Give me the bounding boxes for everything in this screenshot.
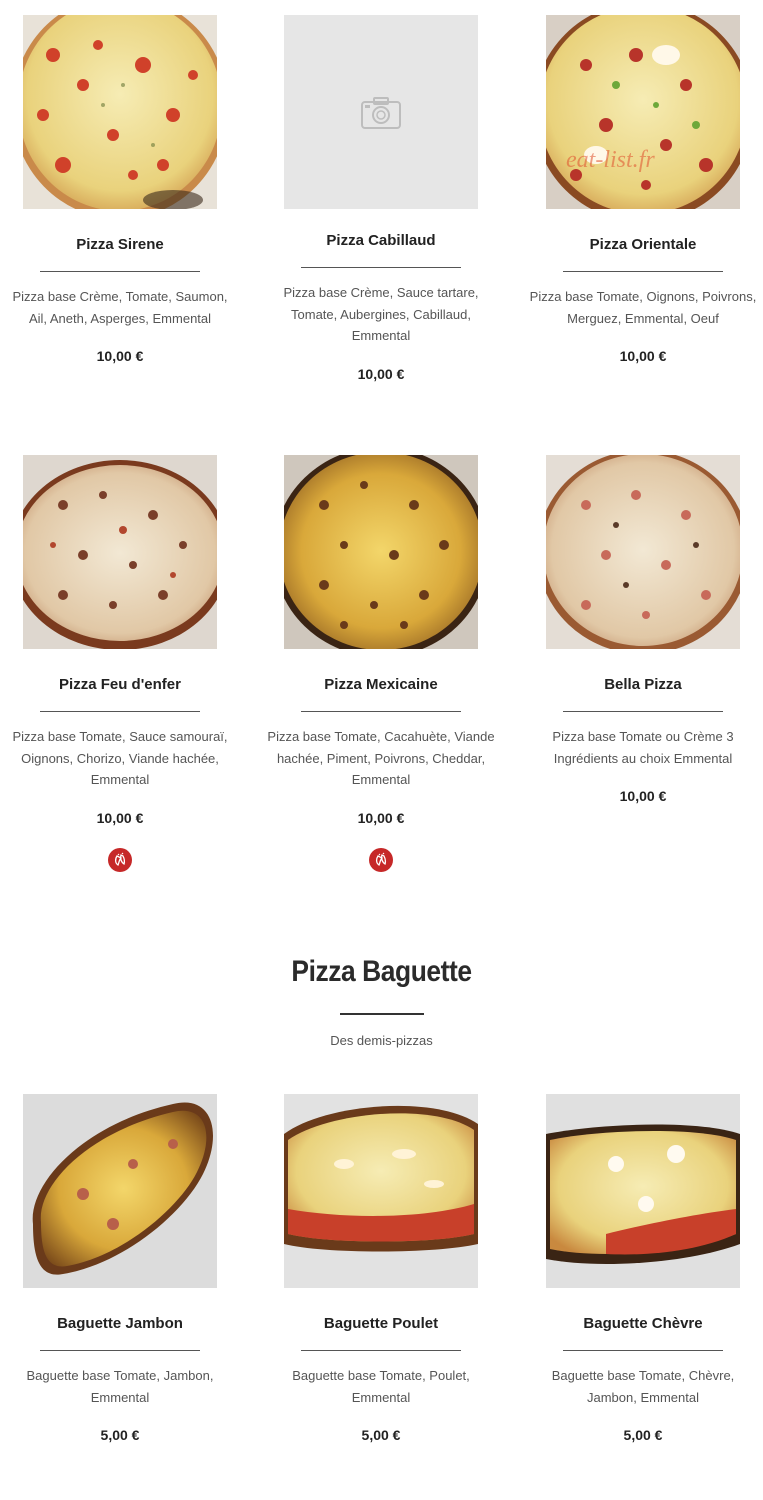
product-name[interactable]: Baguette Jambon <box>0 1315 240 1333</box>
product-image[interactable] <box>23 1094 217 1288</box>
product-description: Pizza base Crème, Sauce tartare, Tomate,… <box>283 285 479 343</box>
product-description: Baguette base Tomate, Poulet, Emmental <box>292 1368 470 1405</box>
divider <box>563 271 723 272</box>
product-image[interactable] <box>546 455 740 649</box>
watermark-text: eat-list.fr <box>566 147 655 173</box>
product-name[interactable]: Pizza Sirene <box>0 236 240 254</box>
product-image[interactable] <box>23 15 217 209</box>
product-image[interactable] <box>284 455 478 649</box>
chili-icon <box>369 847 393 872</box>
product-card-pizza-orientale[interactable]: eat-list.fr Pizza Orientale Pizza base T… <box>523 15 763 364</box>
camera-icon <box>361 97 401 129</box>
product-description: Baguette base Tomate, Chèvre, Jambon, Em… <box>551 1368 735 1405</box>
product-price: 5,00 € <box>623 1427 663 1443</box>
divider <box>563 1350 723 1351</box>
divider <box>301 711 461 712</box>
product-description: Pizza base Tomate, Cacahuète, Viande hac… <box>267 729 495 787</box>
product-image-placeholder[interactable] <box>284 15 478 209</box>
product-price: 5,00 € <box>361 1427 401 1443</box>
chili-icon <box>108 847 132 872</box>
divider <box>40 1350 200 1351</box>
divider <box>563 711 723 712</box>
product-card-baguette-jambon[interactable]: Baguette Jambon Baguette base Tomate, Ja… <box>0 1094 240 1443</box>
section-subtitle: Des demis-pizzas <box>330 1033 433 1048</box>
product-description: Baguette base Tomate, Jambon, Emmental <box>26 1368 214 1405</box>
product-description: Pizza base Tomate, Oignons, Poivrons, Me… <box>529 289 757 326</box>
product-name[interactable]: Pizza Mexicaine <box>261 676 501 694</box>
product-image[interactable] <box>546 1094 740 1288</box>
product-card-pizza-feu-denfer[interactable]: Pizza Feu d'enfer Pizza base Tomate, Sau… <box>0 455 240 872</box>
product-name[interactable]: Bella Pizza <box>523 676 763 694</box>
product-price: 10,00 € <box>96 809 144 826</box>
product-card-pizza-cabillaud[interactable]: Pizza Cabillaud Pizza base Crème, Sauce … <box>261 15 501 382</box>
product-price: 10,00 € <box>357 365 405 382</box>
divider <box>40 711 200 712</box>
product-name[interactable]: Baguette Chèvre <box>523 1315 763 1333</box>
product-price: 10,00 € <box>619 788 667 804</box>
product-price: 5,00 € <box>100 1427 140 1443</box>
product-description: Pizza base Crème, Tomate, Saumon, Ail, A… <box>12 289 228 326</box>
product-card-pizza-sirene[interactable]: Pizza Sirene Pizza base Crème, Tomate, S… <box>0 15 240 364</box>
product-name[interactable]: Baguette Poulet <box>261 1315 501 1333</box>
section-divider <box>340 1013 424 1015</box>
product-name[interactable]: Pizza Orientale <box>523 236 763 254</box>
product-card-baguette-poulet[interactable]: Baguette Poulet Baguette base Tomate, Po… <box>261 1094 501 1443</box>
product-image[interactable]: eat-list.fr <box>546 15 740 209</box>
product-description: Pizza base Tomate, Sauce samouraï, Oigno… <box>12 729 228 787</box>
product-name[interactable]: Pizza Feu d'enfer <box>0 676 240 694</box>
divider <box>40 271 200 272</box>
divider <box>301 267 461 268</box>
section-title: Pizza Baguette <box>291 955 472 988</box>
product-card-pizza-mexicaine[interactable]: Pizza Mexicaine Pizza base Tomate, Cacah… <box>261 455 501 872</box>
product-price: 10,00 € <box>96 348 144 364</box>
product-price: 10,00 € <box>619 348 667 364</box>
product-card-baguette-chevre[interactable]: Baguette Chèvre Baguette base Tomate, Ch… <box>523 1094 763 1443</box>
product-description: Pizza base Tomate ou Crème 3 Ingrédients… <box>552 729 734 766</box>
divider <box>301 1350 461 1351</box>
product-card-bella-pizza[interactable]: Bella Pizza Pizza base Tomate ou Crème 3… <box>523 455 763 804</box>
product-price: 10,00 € <box>357 809 405 826</box>
product-image[interactable] <box>284 1094 478 1288</box>
product-image[interactable] <box>23 455 217 649</box>
product-name[interactable]: Pizza Cabillaud <box>261 232 501 250</box>
